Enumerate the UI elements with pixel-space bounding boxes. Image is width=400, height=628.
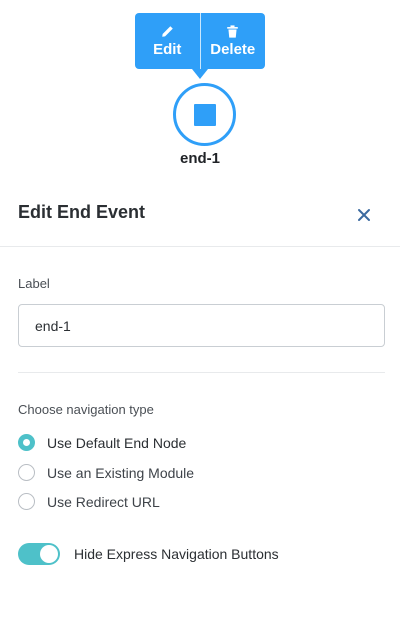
close-button[interactable] bbox=[352, 203, 376, 227]
radio-option-label: Use Default End Node bbox=[47, 434, 187, 451]
toggle-knob bbox=[40, 545, 58, 563]
radio-option-redirect-url[interactable]: Use Redirect URL bbox=[18, 493, 160, 510]
node-toolbar: Edit Delete bbox=[135, 13, 266, 79]
radio-option-label: Use an Existing Module bbox=[47, 464, 195, 481]
header-divider bbox=[0, 246, 400, 247]
delete-button-label: Delete bbox=[210, 40, 256, 58]
pencil-icon bbox=[161, 25, 173, 37]
section-divider bbox=[18, 372, 385, 373]
radio-option-label: Use Redirect URL bbox=[47, 493, 160, 510]
edit-button[interactable]: Edit bbox=[135, 13, 200, 69]
end-event-node[interactable] bbox=[173, 83, 236, 146]
close-icon bbox=[358, 209, 370, 221]
delete-button[interactable]: Delete bbox=[199, 13, 266, 69]
toggle-label: Hide Express Navigation Buttons bbox=[74, 546, 279, 562]
node-label: end-1 bbox=[179, 150, 220, 167]
trash-icon bbox=[227, 24, 239, 38]
label-field-label: Label bbox=[18, 276, 50, 291]
edit-button-label: Edit bbox=[153, 40, 182, 58]
navigation-type-title: Choose navigation type bbox=[18, 402, 154, 417]
radio-button[interactable] bbox=[18, 493, 35, 510]
radio-option-existing-module[interactable]: Use an Existing Module bbox=[18, 464, 194, 481]
hide-express-navigation-setting: Hide Express Navigation Buttons bbox=[18, 543, 279, 565]
stop-square-icon bbox=[193, 103, 216, 126]
panel-title: Edit End Event bbox=[18, 202, 146, 222]
label-input[interactable] bbox=[18, 304, 385, 347]
radio-option-default-end-node[interactable]: Use Default End Node bbox=[18, 434, 186, 451]
hide-express-navigation-toggle[interactable] bbox=[18, 543, 60, 565]
radio-button[interactable] bbox=[18, 464, 35, 481]
radio-button-checked[interactable] bbox=[18, 434, 35, 451]
